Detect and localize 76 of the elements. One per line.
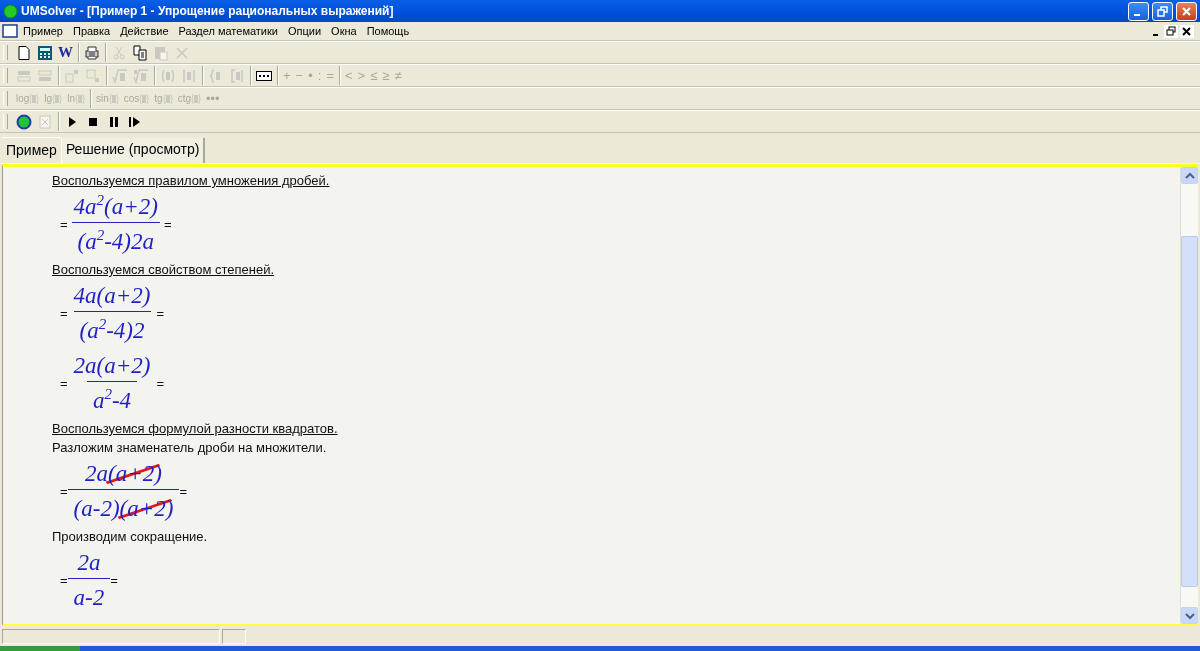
equals-sign: =: [60, 484, 68, 499]
close-icon: [1181, 5, 1192, 17]
placeholder-icon: [74, 92, 85, 105]
toolbar-button[interactable]: [82, 43, 102, 62]
toolbar-button[interactable]: [14, 112, 34, 131]
word-button[interactable]: W: [56, 43, 75, 62]
hint-text: Воспользуемся свойством степеней.: [52, 261, 275, 279]
math-expression: (a$^{2}$-4)2a: [77, 227, 154, 256]
math-expression: 2a: [77, 549, 101, 577]
placeholder-icon: [29, 92, 40, 105]
parentheses-icon: [160, 67, 176, 84]
minimize-button[interactable]: [1128, 1, 1149, 21]
placeholder-icon: [162, 92, 173, 105]
scissors-icon: [111, 44, 127, 61]
close-button[interactable]: [1176, 1, 1197, 21]
menu-item[interactable]: Помощь: [361, 24, 415, 38]
menu-item[interactable]: Раздел математики: [173, 24, 283, 38]
printer-icon: [84, 44, 100, 61]
hint-text: Воспользуемся формулой разности квадратов.: [52, 420, 338, 438]
status-panel: [222, 628, 246, 644]
equals-sign: =: [163, 217, 172, 232]
restore-button[interactable]: [1152, 1, 1173, 21]
placeholder-icon: [139, 92, 150, 105]
circle-icon: [16, 113, 32, 130]
app-icon: [3, 3, 18, 19]
hint-text: Воспользуемся правилом умножения дробей.: [52, 172, 330, 190]
hint-text: Производим сокращение.: [52, 528, 208, 546]
scrollbar[interactable]: [1180, 167, 1198, 624]
equals-sign: =: [60, 573, 68, 588]
menu-item[interactable]: Действие: [115, 24, 174, 38]
math-expression: 4a$^{2}$(a+2): [73, 192, 158, 221]
bracket-icon: [229, 67, 245, 84]
menu-item[interactable]: Опции: [282, 24, 327, 38]
math-expression: (a-2): [73, 495, 120, 523]
placeholder-icon: [52, 92, 63, 105]
math-expression: a$^{2}$-4: [92, 386, 132, 415]
equals-sign: =: [156, 376, 165, 391]
placeholder-icon: [191, 92, 201, 105]
menu-item[interactable]: Правка: [67, 24, 116, 38]
cross-icon: [174, 44, 190, 61]
tab[interactable]: Решение (просмотр): [60, 138, 206, 163]
document-icon: [2, 23, 18, 39]
menu-item[interactable]: Окна: [326, 24, 362, 38]
restore-icon: [1157, 5, 1168, 17]
minimize-icon: [1133, 13, 1140, 16]
subscript-icon: [85, 67, 101, 84]
copy-icon: [132, 44, 148, 61]
math-expression: a-2: [73, 584, 105, 612]
restore-icon: [1164, 24, 1178, 38]
bars-icon: [181, 67, 197, 84]
window-title: UMSolver - [Пример 1 - Упрощение рациональных выражений]: [21, 4, 395, 18]
equals-sign: =: [60, 376, 68, 391]
toolbar-button[interactable]: [35, 43, 55, 62]
equals-sign: =: [110, 573, 118, 588]
superscript-icon: [64, 67, 80, 84]
math-expression: 2a(a+2): [73, 352, 151, 380]
minimize-icon: [1152, 33, 1158, 36]
calculator-icon: [37, 44, 53, 61]
root-icon: [133, 67, 149, 84]
equals-sign: =: [60, 217, 68, 232]
equals-sign: =: [60, 306, 68, 321]
root-icon: [112, 67, 128, 84]
hint-text: Разложим знаменатель дроби на множители.: [52, 439, 327, 457]
equals-sign: =: [156, 306, 165, 321]
menu-item[interactable]: Пример: [18, 24, 68, 38]
placeholder-icon: [108, 92, 119, 105]
math-expression: 4a(a+2): [73, 282, 151, 310]
toolbar-button[interactable]: [130, 43, 150, 62]
document-icon: [37, 113, 53, 130]
rows-icon: [37, 67, 53, 84]
math-expression: (a$^{2}$-4)2: [79, 316, 145, 345]
close-icon: [1180, 24, 1194, 38]
document-icon: [16, 44, 32, 61]
clipboard-icon: [153, 44, 169, 61]
equals-sign: =: [179, 484, 187, 499]
math-expression: 2a: [85, 460, 109, 488]
